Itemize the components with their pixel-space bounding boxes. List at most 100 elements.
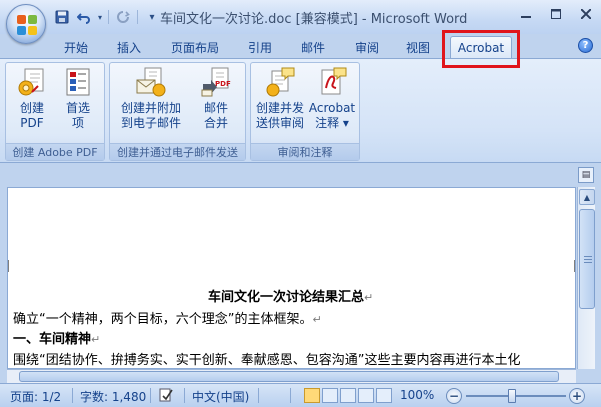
- group-review-and-comment: 创建并发 送供审阅 Acrobat 注释 ▾ 审阅和注释: [250, 62, 360, 161]
- help-icon[interactable]: ?: [578, 38, 593, 53]
- zoom-level[interactable]: 100%: [400, 388, 434, 402]
- minimize-button[interactable]: [511, 3, 541, 25]
- office-button[interactable]: [6, 4, 46, 44]
- tab-page-layout[interactable]: 页面布局: [162, 36, 228, 58]
- logo-square: [28, 15, 37, 24]
- print-layout-view-icon[interactable]: [304, 388, 320, 403]
- preferences-label-2: 项: [71, 116, 84, 130]
- doc-heading-text: 车间文化一次讨论结果汇总: [208, 290, 365, 305]
- attach-email-button[interactable]: 创建并附加 到电子邮件: [116, 66, 186, 131]
- tab-mailings[interactable]: 邮件: [292, 36, 334, 58]
- send-review-button[interactable]: 创建并发 送供审阅: [254, 66, 306, 131]
- document-page[interactable]: 车间文化一次讨论结果汇总↵ 确立“一个精神，两个目标，六个理念”的主体框架。↵ …: [7, 187, 576, 369]
- acrobat-comment-label: Acrobat: [308, 101, 356, 115]
- ruler-toggle-icon[interactable]: ▤: [578, 167, 594, 183]
- status-word-count[interactable]: 字数: 1,480: [80, 388, 146, 405]
- attach-email-label: 创建并附加: [120, 101, 181, 115]
- attach-email-icon: [135, 66, 167, 98]
- redo-icon[interactable]: [113, 8, 133, 26]
- attach-email-label-2: 到电子邮件: [120, 116, 181, 130]
- ruler-area: ▤: [0, 163, 601, 187]
- paragraph-mark: ↵: [364, 291, 374, 304]
- create-pdf-label: 创建: [19, 101, 44, 115]
- ribbon: 创建 PDF 首选 项 创建 Adobe PDF 创建并附加 到电子邮件 PDF…: [0, 58, 601, 163]
- zoom-slider-knob[interactable]: [508, 389, 516, 403]
- preferences-button[interactable]: 首选 项: [58, 66, 98, 131]
- thumb-grip: [584, 262, 592, 263]
- create-pdf-label-2: PDF: [20, 116, 44, 130]
- tab-insert[interactable]: 插入: [108, 36, 150, 58]
- status-bar: 页面: 1/2 字数: 1,480 中文(中国) 100% − +: [0, 383, 601, 407]
- maximize-button[interactable]: [541, 3, 571, 25]
- group-label: 创建 Adobe PDF: [6, 143, 104, 160]
- dropdown-arrow-icon[interactable]: ▾: [96, 8, 104, 26]
- doc-section-text: 一、车间精神: [13, 332, 92, 347]
- acrobat-comment-label-2: 注释 ▾: [315, 116, 349, 130]
- mail-merge-label: 邮件: [203, 101, 228, 115]
- logo-square: [17, 15, 26, 24]
- group-label: 审阅和注释: [251, 143, 359, 160]
- scroll-thumb[interactable]: [579, 209, 595, 309]
- title-bar: ▾ ▾ 车间文化一次讨论.doc [兼容模式] - Microsoft Word: [0, 0, 601, 34]
- close-button[interactable]: [571, 3, 601, 25]
- zoom-out-icon[interactable]: −: [446, 388, 462, 404]
- doc-heading: 车间文化一次讨论结果汇总↵: [208, 286, 373, 305]
- mail-merge-icon: PDF: [200, 66, 232, 98]
- tab-review[interactable]: 审阅: [346, 36, 388, 58]
- paragraph-mark: ↵: [91, 333, 101, 346]
- doc-paragraph: 围绕“团结协作、拚搏务实、实干创新、奉献感恩、包容沟通”这些主要内容再进行本土化: [13, 349, 520, 368]
- status-page[interactable]: 页面: 1/2: [10, 388, 61, 405]
- zoom-in-icon[interactable]: +: [569, 388, 585, 404]
- logo-square: [28, 26, 37, 35]
- outline-view-icon[interactable]: [358, 388, 374, 403]
- web-layout-view-icon[interactable]: [340, 388, 356, 403]
- tab-home[interactable]: 开始: [56, 36, 96, 58]
- create-pdf-button[interactable]: 创建 PDF: [12, 66, 52, 131]
- undo-icon[interactable]: [74, 8, 94, 26]
- send-review-icon: [264, 66, 296, 98]
- scroll-up-icon[interactable]: ▲: [579, 189, 595, 205]
- preferences-label: 首选: [65, 101, 90, 115]
- zoom-slider-track[interactable]: [466, 395, 566, 397]
- create-pdf-icon: [16, 66, 48, 98]
- svg-text:PDF: PDF: [215, 80, 231, 88]
- window-controls: [511, 3, 601, 25]
- group-label: 创建并通过电子邮件发送: [110, 143, 245, 160]
- horizontal-scrollbar[interactable]: [7, 369, 576, 383]
- qat-separator: [108, 10, 109, 24]
- draft-view-icon[interactable]: [376, 388, 392, 403]
- qat-separator: [137, 10, 138, 24]
- quick-access-toolbar: ▾ ▾: [52, 8, 162, 26]
- window-title: 车间文化一次讨论.doc [兼容模式] - Microsoft Word: [160, 12, 468, 27]
- thumb-grip: [584, 259, 592, 260]
- status-separator: [72, 388, 73, 403]
- mail-merge-label-2: 合并: [203, 116, 228, 130]
- status-separator: [150, 388, 151, 403]
- logo-square: [17, 26, 26, 35]
- doc-paragraph-text: 确立“一个精神，两个目标，六个理念”的主体框架。: [13, 312, 313, 327]
- horizontal-scroll-thumb[interactable]: [19, 371, 559, 382]
- office-logo-icon: [17, 15, 37, 35]
- send-review-label: 创建并发: [255, 101, 304, 115]
- status-separator: [184, 388, 185, 403]
- status-separator: [290, 388, 291, 403]
- proofing-icon[interactable]: [158, 387, 174, 406]
- thumb-grip: [584, 256, 592, 257]
- doc-section-heading: 一、车间精神↵: [13, 328, 100, 347]
- doc-paragraph: 确立“一个精神，两个目标，六个理念”的主体框架。↵: [13, 308, 322, 327]
- vertical-scrollbar[interactable]: ▲: [577, 187, 595, 369]
- customize-icon[interactable]: ▾: [142, 8, 162, 26]
- group-create-and-email: 创建并附加 到电子邮件 PDF 邮件 合并 创建并通过电子邮件发送: [109, 62, 246, 161]
- status-language[interactable]: 中文(中国): [192, 388, 249, 405]
- acrobat-comment-icon: [316, 66, 348, 98]
- tab-references[interactable]: 引用: [240, 36, 280, 58]
- margin-mark: [574, 260, 575, 272]
- tab-view[interactable]: 视图: [398, 36, 438, 58]
- mail-merge-button[interactable]: PDF 邮件 合并: [194, 66, 238, 131]
- preferences-icon: [62, 66, 94, 98]
- send-review-label-2: 送供审阅: [255, 116, 304, 130]
- save-icon[interactable]: [52, 8, 72, 26]
- acrobat-comment-button[interactable]: Acrobat 注释 ▾: [307, 66, 357, 131]
- full-screen-view-icon[interactable]: [322, 388, 338, 403]
- highlight-box: [442, 30, 520, 68]
